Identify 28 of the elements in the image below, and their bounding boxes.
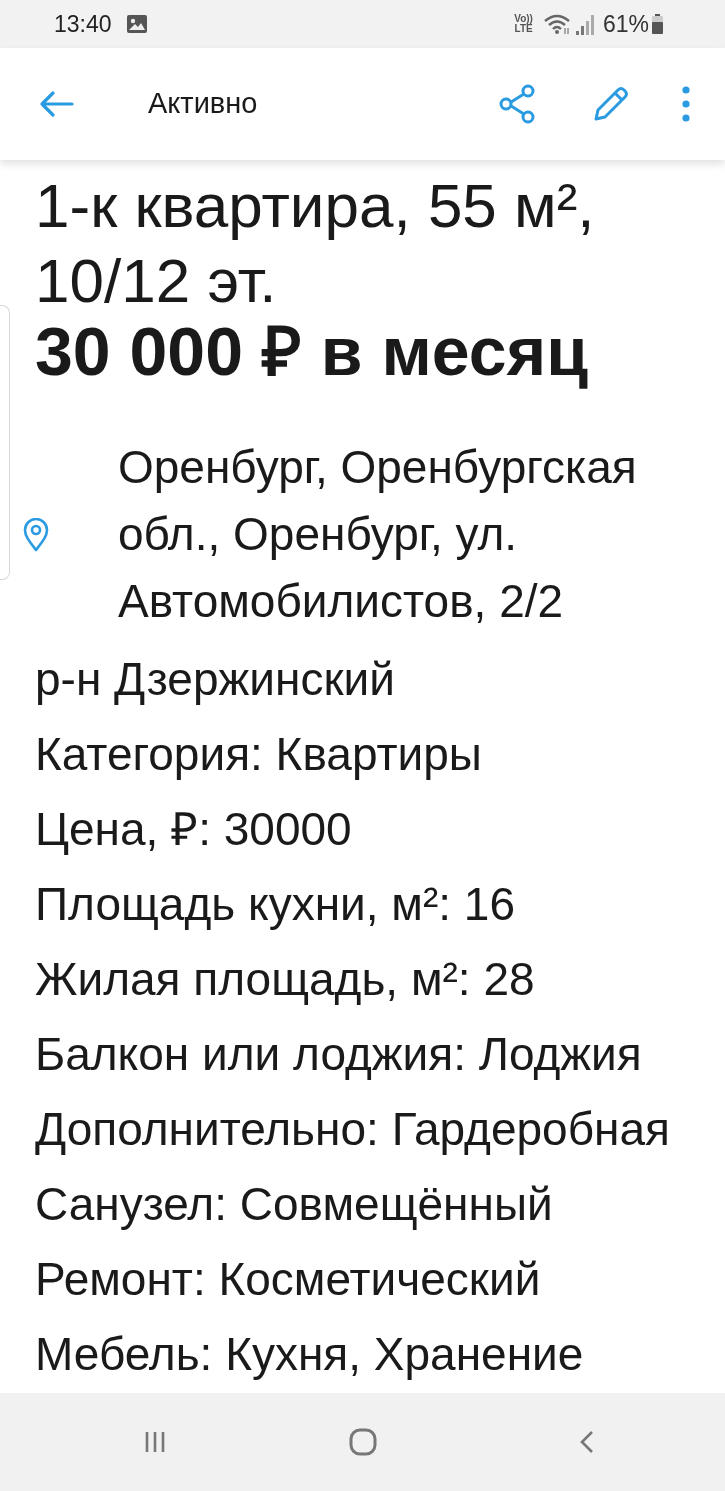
- listing-detail: Санузел: Совмещённый: [35, 1178, 554, 1230]
- listing-address: Оренбург, Оренбургская обл., Оренбург, ул. Автомобилистов, 2/2: [118, 440, 638, 629]
- listing-detail: Цена, ₽: 30000: [35, 803, 353, 855]
- more-icon: [682, 86, 690, 122]
- status-time: 13:40: [54, 12, 112, 36]
- listing-detail: Жилая площадь, м²: 28: [35, 953, 536, 1005]
- wifi-icon: [542, 13, 571, 35]
- signal-icon: [574, 13, 595, 35]
- recent-apps-icon: [144, 1431, 166, 1453]
- listing-detail: Ремонт: Косметический: [35, 1253, 542, 1305]
- edge-panel-handle[interactable]: [0, 305, 10, 580]
- listing-district: р-н Дзержинский: [35, 653, 396, 705]
- volte-indicator: Vo)) LTE: [514, 14, 533, 34]
- location-pin-icon: [23, 517, 49, 552]
- listing-title: 1-к квартира, 55 м², 10/12 эт.: [35, 170, 596, 317]
- image-icon: [125, 14, 148, 34]
- listing-detail: Балкон или лоджия: Лоджия: [35, 1028, 643, 1080]
- home-icon: [349, 1428, 377, 1456]
- listing-detail: Площадь кухни, м²: 16: [35, 878, 516, 930]
- listing-detail: Категория: Квартиры: [35, 728, 483, 780]
- share-icon: [498, 84, 536, 124]
- screen-title: Активно: [148, 86, 258, 122]
- listing-detail: Мебель: Кухня, Хранение: [35, 1328, 585, 1380]
- battery-percentage: 61%: [602, 12, 649, 36]
- battery-icon: [652, 14, 663, 34]
- listing-detail: Дополнительно: Гардеробная: [35, 1103, 671, 1155]
- back-chevron-icon: [580, 1430, 594, 1454]
- back-arrow-icon: [38, 90, 74, 118]
